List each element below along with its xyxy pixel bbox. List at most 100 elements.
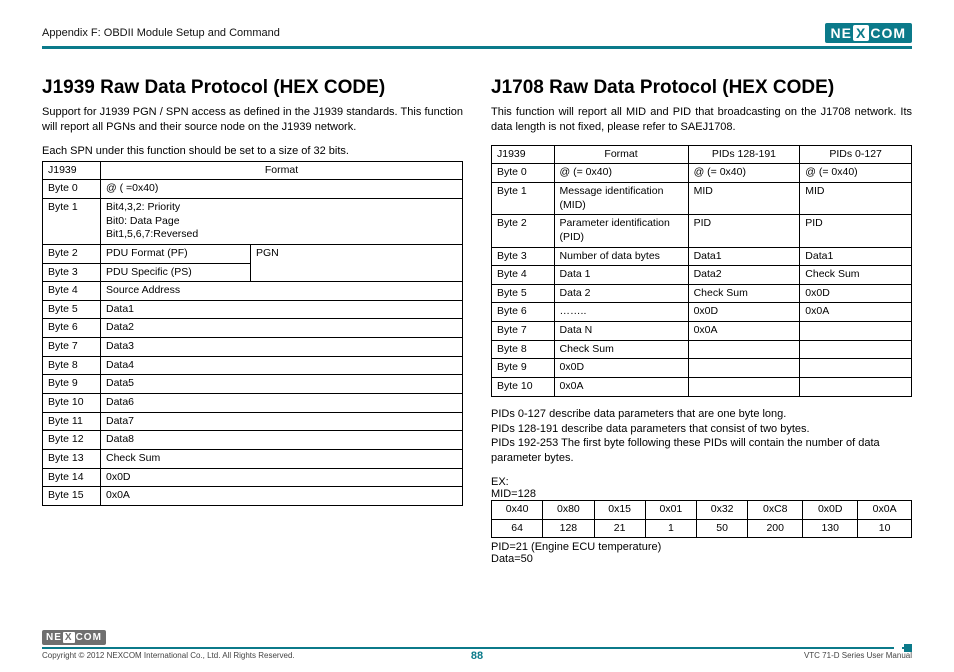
table-cell: Byte 3 [43,263,101,282]
table-cell: 0x80 [543,501,594,520]
j1939-table: J1939 Format Byte 0@ ( =0x40) Byte 1Bit4… [42,161,463,506]
left-column: J1939 Raw Data Protocol (HEX CODE) Suppo… [42,77,463,565]
table-head: PIDs 0-127 [800,145,912,164]
table-cell: Byte 6 [492,303,555,322]
table-cell: 64 [492,519,543,538]
table-cell: @ (= 0x40) [688,164,800,183]
table-cell: 128 [543,519,594,538]
table-cell [800,359,912,378]
ex-label: EX: [491,476,912,488]
table-cell: 0x0D [688,303,800,322]
table-cell: Data4 [101,356,463,375]
table-cell: Byte 6 [43,319,101,338]
table-cell: PID [688,215,800,247]
table-cell: Data2 [101,319,463,338]
appendix-label: Appendix F: OBDII Module Setup and Comma… [42,27,280,39]
table-cell: 0x15 [594,501,645,520]
table-cell: 21 [594,519,645,538]
j1939-intro: Support for J1939 PGN / SPN access as de… [42,105,463,135]
table-cell: Byte 5 [43,300,101,319]
table-cell: Check Sum [800,266,912,285]
table-cell: Data N [554,322,688,341]
j1708-table: J1939 Format PIDs 128-191 PIDs 0-127 Byt… [491,145,912,397]
j1939-title: J1939 Raw Data Protocol (HEX CODE) [42,77,463,99]
table-cell: Check Sum [554,340,688,359]
table-cell: Data5 [101,375,463,394]
page-number: 88 [471,650,483,662]
table-cell: Data 1 [554,266,688,285]
table-cell: Check Sum [101,449,463,468]
table-cell: 1 [645,519,696,538]
table-cell: Byte 5 [492,284,555,303]
table-cell: 0x0A [101,487,463,506]
right-column: J1708 Raw Data Protocol (HEX CODE) This … [491,77,912,565]
table-cell: 0x40 [492,501,543,520]
table-cell: …….. [554,303,688,322]
table-cell: PDU Format (PF) [101,244,251,263]
table-cell: Byte 14 [43,468,101,487]
j1708-intro: This function will report all MID and PI… [491,105,912,135]
table-cell: 0x0D [803,501,858,520]
table-cell: Byte 11 [43,412,101,431]
j1939-th-format: Format [101,161,463,180]
table-cell: Byte 8 [43,356,101,375]
table-cell: @ ( =0x40) [101,180,463,199]
table-cell: Check Sum [688,284,800,303]
table-cell: Byte 1 [492,182,555,214]
table-cell: 0x0D [554,359,688,378]
table-cell: @ (= 0x40) [800,164,912,183]
table-cell: Data8 [101,431,463,450]
table-cell: 0x0A [688,322,800,341]
table-cell: Source Address [101,282,463,301]
note-line: PIDs 0-127 describe data parameters that… [491,407,912,422]
table-cell: PID [800,215,912,247]
pid-notes: PIDs 0-127 describe data parameters that… [491,407,912,466]
table-cell: Byte 15 [43,487,101,506]
table-cell: 0x0D [800,284,912,303]
table-cell: 0x0A [858,501,912,520]
table-cell: Data1 [800,247,912,266]
table-cell: Byte 9 [492,359,555,378]
table-cell: Data3 [101,338,463,357]
table-cell: MID [800,182,912,214]
manual-name: VTC 71-D Series User Manual [804,651,912,660]
table-cell: 0x01 [645,501,696,520]
table-cell [800,378,912,397]
table-cell [688,359,800,378]
table-cell: Byte 3 [492,247,555,266]
table-cell: Bit4,3,2: Priority Bit0: Data Page Bit1,… [101,198,463,244]
table-cell: PDU Specific (PS) [101,263,251,282]
j1939-th-byte: J1939 [43,161,101,180]
table-cell: Message identification (MID) [554,182,688,214]
table-cell: Data6 [101,394,463,413]
table-cell: Byte 4 [43,282,101,301]
example-block: EX: MID=128 0x40 0x80 0x15 0x01 0x32 0xC… [491,476,912,565]
table-cell: Byte 12 [43,431,101,450]
table-cell: Data2 [688,266,800,285]
table-head: Format [554,145,688,164]
table-cell: Byte 0 [492,164,555,183]
table-cell: 0xC8 [748,501,803,520]
table-cell: 200 [748,519,803,538]
table-cell: Data1 [688,247,800,266]
footer-logo: NEXCOM [42,630,106,645]
table-cell: 0x0A [554,378,688,397]
table-cell: Number of data bytes [554,247,688,266]
table-cell: 130 [803,519,858,538]
table-cell [688,340,800,359]
table-cell: Byte 4 [492,266,555,285]
table-head: PIDs 128-191 [688,145,800,164]
table-cell: Byte 10 [492,378,555,397]
table-cell [688,378,800,397]
table-cell: Byte 7 [492,322,555,341]
table-cell: 0x32 [697,501,748,520]
table-head: J1939 [492,145,555,164]
table-cell: Byte 0 [43,180,101,199]
copyright-text: Copyright © 2012 NEXCOM International Co… [42,651,295,660]
header-rule [42,46,912,49]
brand-logo: NEXCOM [825,23,912,43]
j1939-subnote: Each SPN under this function should be s… [42,145,463,157]
table-cell: Byte 13 [43,449,101,468]
table-cell: Byte 1 [43,198,101,244]
table-cell: MID [688,182,800,214]
